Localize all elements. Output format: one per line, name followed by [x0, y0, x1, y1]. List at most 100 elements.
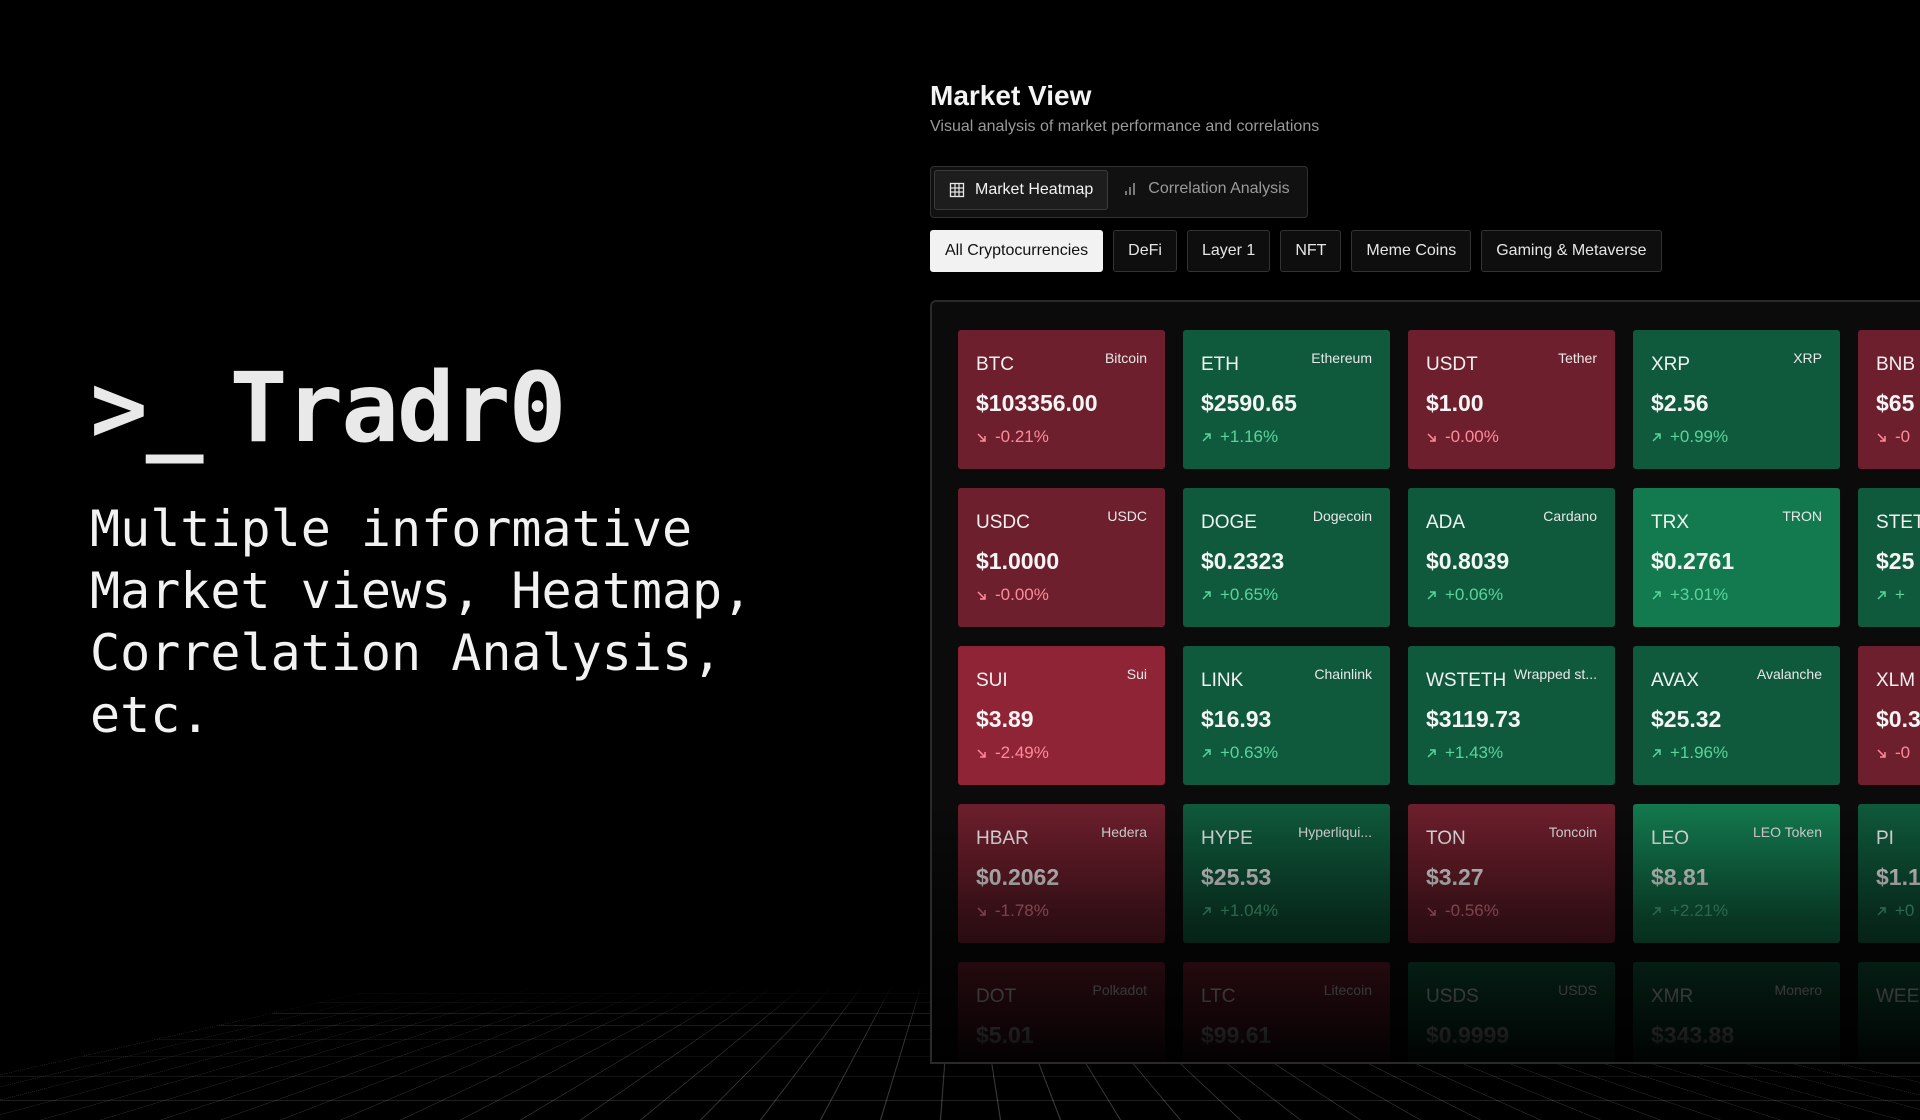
- coin-change: +: [1876, 585, 1905, 605]
- coin-price: $2.56: [1651, 390, 1709, 416]
- coin-price: $0.3: [1876, 706, 1920, 732]
- coin-change: -0.21%: [976, 427, 1049, 447]
- coin-price: $25.32: [1651, 706, 1722, 732]
- heatmap-tile-usdt[interactable]: USDT Tether $1.00 -0.00%: [1408, 330, 1615, 469]
- hero-tagline: Multiple informative Market views, Heatm…: [90, 500, 753, 744]
- coin-change-value: +0.63%: [1220, 743, 1279, 762]
- brand-name: Tradr0: [229, 352, 567, 464]
- filter-all-cryptocurrencies[interactable]: All Cryptocurrencies: [930, 230, 1104, 272]
- heatmap-tile-ada[interactable]: ADA Cardano $0.8039 +0.06%: [1408, 488, 1615, 627]
- coin-change: +0.06%: [1426, 585, 1503, 605]
- filter-meme-coins[interactable]: Meme Coins: [1351, 230, 1472, 272]
- coin-symbol: BTC: [976, 354, 1014, 375]
- coin-symbol: TON: [1426, 828, 1466, 849]
- coin-symbol: WSTETH: [1426, 670, 1507, 691]
- heatmap-tile-bnb[interactable]: BNB $65 -0: [1858, 330, 1920, 469]
- heatmap-tile-doge[interactable]: DOGE Dogecoin $0.2323 +0.65%: [1183, 488, 1390, 627]
- heatmap-tile-hbar[interactable]: HBAR Hedera $0.2062 -1.78%: [958, 804, 1165, 943]
- coin-price: $25: [1876, 548, 1915, 574]
- heatmap-tile-dot[interactable]: DOT Polkadot $5.01: [958, 962, 1165, 1062]
- arrow-up-right-icon: [1652, 432, 1661, 442]
- arrow-up-right-icon: [1877, 590, 1886, 600]
- arrow-down-right-icon: [977, 590, 986, 600]
- coin-name: Polkadot: [1092, 982, 1147, 998]
- tab-label: Market Heatmap: [975, 181, 1094, 198]
- coin-name: Avalanche: [1756, 666, 1822, 682]
- coin-price: $103356.00: [976, 390, 1098, 416]
- coin-symbol: ADA: [1426, 512, 1466, 533]
- tab-correlation-analysis[interactable]: Correlation Analysis: [1108, 170, 1303, 208]
- coin-change-value: -1.78%: [995, 901, 1049, 920]
- heatmap-tile-steth[interactable]: STETH $25 +: [1858, 488, 1920, 627]
- coin-price: $1.00: [1426, 390, 1484, 416]
- heatmap-tile-usds[interactable]: USDS USDS $0.9999: [1408, 962, 1615, 1062]
- heatmap-tile-link[interactable]: LINK Chainlink $16.93 +0.63%: [1183, 646, 1390, 785]
- arrow-up-right-icon: [1427, 748, 1436, 758]
- tab-market-heatmap[interactable]: Market Heatmap: [934, 170, 1109, 210]
- heatmap-tile-hype[interactable]: HYPE Hyperliqui... $25.53 +1.04%: [1183, 804, 1390, 943]
- coin-symbol: XLM: [1876, 670, 1916, 691]
- coin-change: -0.00%: [1426, 427, 1499, 447]
- heatmap-tile-xlm[interactable]: XLM $0.3 -0: [1858, 646, 1920, 785]
- coin-name: Ethereum: [1311, 350, 1372, 366]
- coin-change-value: -0.21%: [995, 427, 1049, 446]
- coin-change: +0: [1876, 901, 1914, 921]
- coin-symbol: LINK: [1201, 670, 1244, 691]
- heatmap-tile-wsteth[interactable]: WSTETH Wrapped st... $3119.73 +1.43%: [1408, 646, 1615, 785]
- coin-change-value: +2.21%: [1670, 901, 1729, 920]
- filter-defi[interactable]: DeFi: [1113, 230, 1177, 272]
- coin-change: +3.01%: [1651, 585, 1728, 605]
- view-tabs: Market Heatmap Correlation Analysis: [930, 166, 1308, 218]
- arrow-down-right-icon: [977, 432, 986, 442]
- coin-change-value: +1.16%: [1220, 427, 1279, 446]
- heatmap-tile-avax[interactable]: AVAX Avalanche $25.32 +1.96%: [1633, 646, 1840, 785]
- coin-symbol: AVAX: [1651, 670, 1699, 691]
- market-heatmap: BTC Bitcoin $103356.00 -0.21% ETH Ethereum $25…: [930, 300, 1920, 1064]
- heatmap-tile-trx[interactable]: TRX TRON $0.2761 +3.01%: [1633, 488, 1840, 627]
- coin-price: $3.89: [976, 706, 1034, 732]
- filter-nft[interactable]: NFT: [1280, 230, 1342, 272]
- heatmap-tile-xmr[interactable]: XMR Monero $343.88: [1633, 962, 1840, 1062]
- coin-name: Chainlink: [1314, 666, 1372, 682]
- coin-change-value: +1.04%: [1220, 901, 1279, 920]
- hero: >_ Tradr0 Multiple informative Market vi…: [90, 360, 810, 746]
- coin-symbol: STETH: [1876, 512, 1920, 533]
- coin-name: Sui: [1126, 666, 1147, 682]
- coin-change: -2.49%: [976, 743, 1049, 763]
- coin-price: $25.53: [1201, 864, 1272, 890]
- arrow-up-right-icon: [1202, 590, 1211, 600]
- filter-layer-1[interactable]: Layer 1: [1186, 230, 1271, 272]
- coin-name: Hedera: [1101, 824, 1147, 840]
- arrow-up-right-icon: [1202, 906, 1211, 916]
- coin-change-value: -0: [1895, 427, 1911, 446]
- heatmap-tile-leo[interactable]: LEO LEO Token $8.81 +2.21%: [1633, 804, 1840, 943]
- heatmap-tile-eth[interactable]: ETH Ethereum $2590.65 +1.16%: [1183, 330, 1390, 469]
- coin-change: +0.65%: [1201, 585, 1278, 605]
- coin-change: +1.04%: [1201, 901, 1278, 921]
- coin-change: +0.63%: [1201, 743, 1278, 763]
- coin-symbol: SUI: [976, 670, 1008, 691]
- coin-price: $0.2323: [1201, 548, 1285, 574]
- heatmap-tile-xrp[interactable]: XRP XRP $2.56 +0.99%: [1633, 330, 1840, 469]
- coin-price: $16.93: [1201, 706, 1272, 732]
- heatmap-tile-weet[interactable]: WEET: [1858, 962, 1920, 1062]
- coin-name: TRON: [1782, 508, 1822, 524]
- heatmap-tile-ltc[interactable]: LTC Litecoin $99.61: [1183, 962, 1390, 1062]
- coin-change-value: -2.49%: [995, 743, 1049, 762]
- arrow-down-right-icon: [977, 906, 986, 916]
- heatmap-tile-btc[interactable]: BTC Bitcoin $103356.00 -0.21%: [958, 330, 1165, 469]
- heatmap-tile-sui[interactable]: SUI Sui $3.89 -2.49%: [958, 646, 1165, 785]
- brand-logo: >_ Tradr0: [90, 360, 810, 456]
- coin-change: +0.99%: [1651, 427, 1728, 447]
- heatmap-tile-ton[interactable]: TON Toncoin $3.27 -0.56%: [1408, 804, 1615, 943]
- filter-gaming-metaverse[interactable]: Gaming & Metaverse: [1481, 230, 1662, 272]
- coin-symbol: XMR: [1651, 986, 1694, 1007]
- heatmap-tile-usdc[interactable]: USDC USDC $1.0000 -0.00%: [958, 488, 1165, 627]
- heatmap-tile-pi[interactable]: PI $1.1 +0: [1858, 804, 1920, 943]
- coin-change-value: -0.00%: [995, 585, 1049, 604]
- coin-price: $3119.73: [1426, 706, 1521, 732]
- coin-symbol: BNB: [1876, 354, 1916, 375]
- coin-price: $3.27: [1426, 864, 1484, 890]
- coin-price: $5.01: [976, 1022, 1034, 1048]
- coin-price: $99.61: [1201, 1022, 1272, 1048]
